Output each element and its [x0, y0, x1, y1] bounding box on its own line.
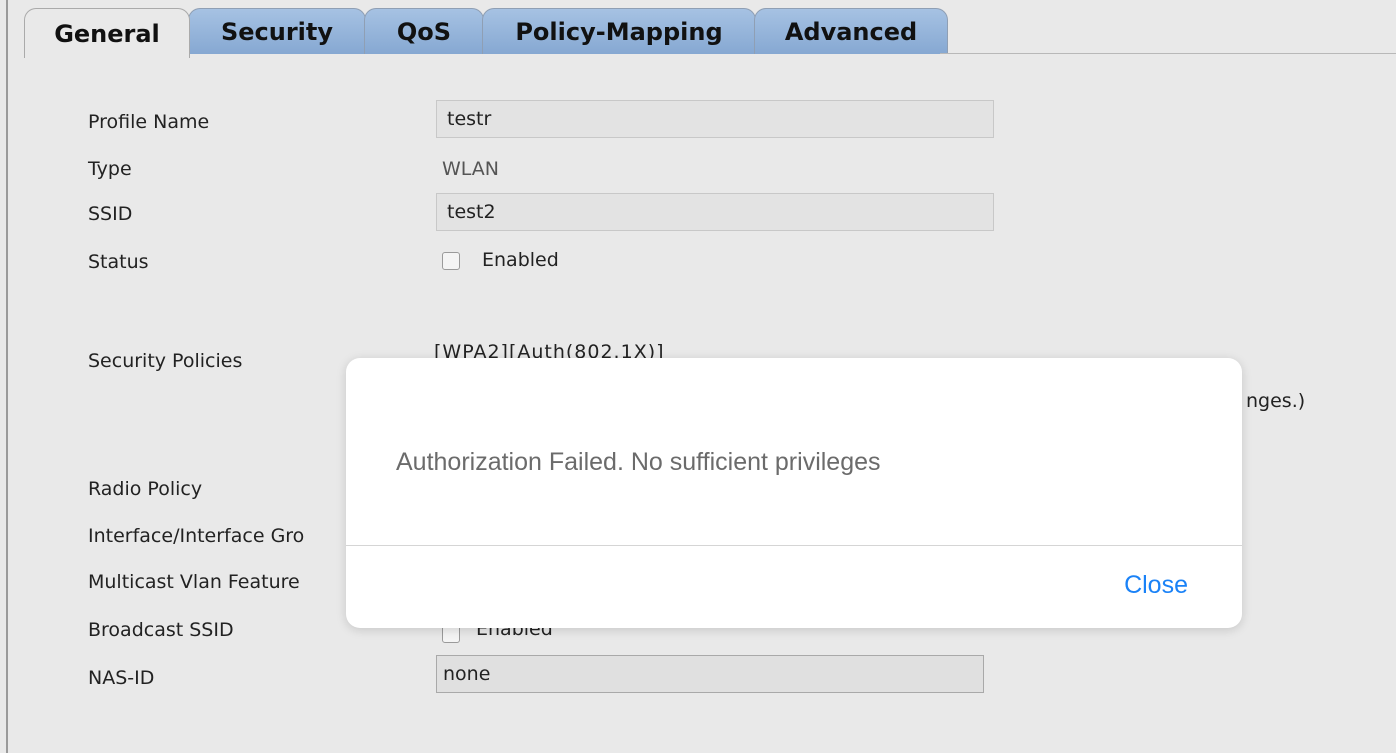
nas-id-label: NAS-ID: [88, 667, 155, 689]
status-enabled-label: Enabled: [482, 249, 559, 271]
tab-qos[interactable]: QoS: [364, 8, 484, 54]
dialog-divider: [346, 545, 1242, 546]
tab-bar-divider: [940, 53, 1396, 54]
close-button[interactable]: Close: [1124, 571, 1188, 600]
ssid-field[interactable]: [436, 193, 994, 231]
interface-group-label: Interface/Interface Gro: [88, 525, 305, 547]
tab-general[interactable]: General: [24, 8, 190, 58]
tab-policy-mapping[interactable]: Policy-Mapping: [482, 8, 756, 54]
dialog-message: Authorization Failed. No sufficient priv…: [396, 448, 881, 476]
type-value: WLAN: [442, 158, 500, 180]
status-enabled-checkbox[interactable]: [442, 252, 460, 270]
ssid-label: SSID: [88, 203, 133, 225]
type-label: Type: [88, 158, 132, 180]
nas-id-field[interactable]: [436, 655, 984, 693]
tab-security[interactable]: Security: [188, 8, 366, 54]
status-label: Status: [88, 251, 149, 273]
security-policies-note: nges.): [1246, 390, 1306, 412]
authorization-failed-dialog: Authorization Failed. No sufficient priv…: [346, 358, 1242, 628]
security-policies-label: Security Policies: [88, 350, 243, 372]
tab-advanced[interactable]: Advanced: [754, 8, 948, 54]
multicast-vlan-label: Multicast Vlan Feature: [88, 571, 300, 593]
radio-policy-label: Radio Policy: [88, 478, 203, 500]
profile-name-field[interactable]: [436, 100, 994, 138]
broadcast-ssid-label: Broadcast SSID: [88, 619, 234, 641]
profile-name-label: Profile Name: [88, 111, 210, 133]
security-policies-value: [WPA2][Auth(802.1X)]: [434, 341, 665, 358]
